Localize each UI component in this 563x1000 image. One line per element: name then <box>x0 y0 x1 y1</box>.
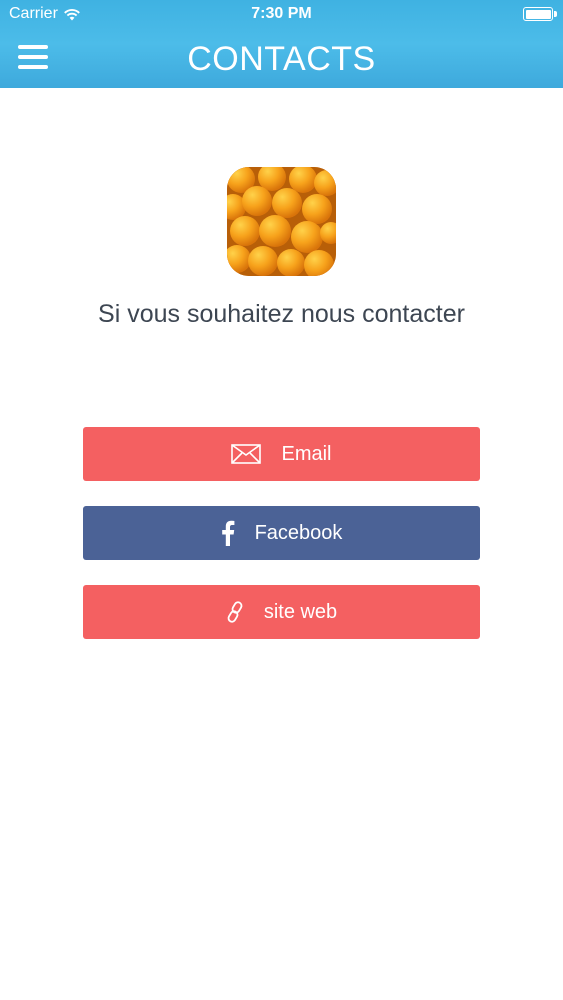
nav-bar: CONTACTS <box>0 28 563 88</box>
envelope-icon <box>231 444 262 464</box>
email-button[interactable]: Email <box>83 427 480 481</box>
battery-icon <box>523 7 557 21</box>
contact-headline: Si vous souhaitez nous contacter <box>98 300 465 328</box>
status-bar: Carrier 7:30 PM <box>0 0 563 28</box>
website-button[interactable]: site web <box>83 585 480 639</box>
website-button-label: site web <box>263 600 338 623</box>
app-logo-image <box>227 167 336 276</box>
facebook-button-label: Facebook <box>254 521 343 544</box>
app-header: Carrier 7:30 PM CONTACTS <box>0 0 563 88</box>
facebook-icon <box>221 520 235 546</box>
email-button-label: Email <box>281 442 332 465</box>
link-icon <box>226 601 244 623</box>
page-title: CONTACTS <box>187 40 376 78</box>
status-time: 7:30 PM <box>251 5 312 22</box>
facebook-button[interactable]: Facebook <box>83 506 480 560</box>
